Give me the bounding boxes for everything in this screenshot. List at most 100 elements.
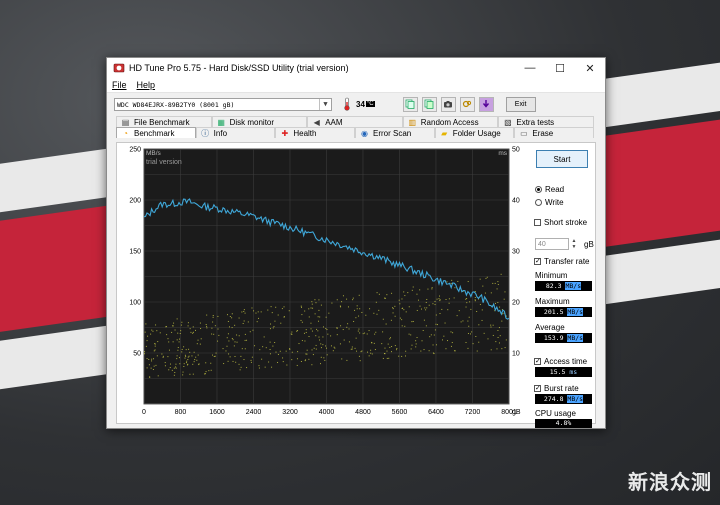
tab-aam[interactable]: ◀ AAM: [307, 116, 403, 127]
access-time-point: [155, 324, 157, 326]
access-time-point: [450, 282, 452, 284]
tab-extra-tests[interactable]: ▧ Extra tests: [498, 116, 594, 127]
access-time-point: [358, 355, 360, 357]
maximize-button[interactable]: ☐: [545, 58, 575, 78]
access-time-point: [325, 316, 327, 318]
access-time-point: [385, 297, 387, 299]
access-time-point: [210, 362, 212, 364]
access-time-point: [304, 310, 306, 312]
burst-rate-box[interactable]: ✓: [534, 385, 541, 392]
access-time-point: [360, 351, 362, 353]
menu-help[interactable]: Help: [137, 80, 156, 90]
tab-folder-usage[interactable]: ▰ Folder Usage: [434, 127, 515, 138]
access-time-point: [465, 298, 467, 300]
transfer-rate-checkbox[interactable]: ✓ Transfer rate: [534, 257, 590, 266]
access-time-point: [383, 297, 385, 299]
temperature-value: 34: [356, 99, 365, 109]
screenshot-button[interactable]: [440, 96, 456, 112]
maximum-value-box: 201.5 MB/s: [535, 307, 592, 317]
access-time-point: [343, 339, 345, 341]
copy-all-button[interactable]: [421, 96, 437, 112]
copy-text-button[interactable]: [402, 96, 418, 112]
minimize-button[interactable]: —: [515, 58, 545, 78]
tab-disk-monitor[interactable]: ▦ Disk monitor: [211, 116, 308, 127]
access-time-point: [187, 363, 189, 365]
close-button[interactable]: ✕: [575, 58, 605, 78]
access-time-point: [227, 333, 229, 335]
access-time-point: [193, 361, 195, 363]
drive-select[interactable]: WDC WD84EJRX-89B2TY0 (8001 gB) ▼: [114, 97, 332, 111]
access-time-point: [405, 350, 407, 352]
access-time-point: [319, 339, 321, 341]
access-time-point: [375, 331, 377, 333]
burst-rate-checkbox[interactable]: ✓ Burst rate: [534, 384, 579, 393]
access-time-point: [361, 350, 363, 352]
menu-file[interactable]: File: [112, 80, 127, 90]
options-button[interactable]: [459, 96, 475, 112]
tab-info[interactable]: ⓘ Info: [195, 127, 276, 138]
tab-erase[interactable]: ▭ Erase: [514, 127, 595, 138]
access-time-point: [353, 320, 355, 322]
access-time-point: [436, 324, 438, 326]
access-time-point: [387, 343, 389, 345]
short-stroke-box[interactable]: [534, 219, 541, 226]
short-stroke-checkbox[interactable]: Short stroke: [534, 218, 587, 227]
access-time-point: [234, 356, 236, 358]
access-time-point: [311, 364, 313, 366]
access-time-point: [351, 348, 353, 350]
access-time-point: [420, 350, 422, 352]
exit-button[interactable]: Exit: [505, 96, 536, 112]
spinner-arrows-icon[interactable]: ▲ ▼: [570, 238, 578, 250]
access-time-point: [352, 297, 354, 299]
access-time-point: [469, 301, 471, 303]
access-time-point: [176, 339, 178, 341]
access-time-point: [300, 319, 302, 321]
save-button[interactable]: [478, 96, 494, 112]
access-time-point: [282, 357, 284, 359]
short-stroke-input[interactable]: 40: [535, 238, 569, 250]
access-time-point: [181, 348, 183, 350]
access-time-point: [187, 356, 189, 358]
write-radio[interactable]: Write: [535, 198, 564, 207]
erase-icon: ▭: [520, 128, 528, 138]
access-time-point: [497, 336, 499, 338]
access-time-point: [330, 345, 332, 347]
access-time-point: [354, 347, 356, 349]
title-bar[interactable]: HD Tune Pro 5.75 - Hard Disk/SSD Utility…: [107, 58, 605, 78]
tab-random-access[interactable]: ▥ Random Access: [402, 116, 499, 127]
access-time-point: [396, 347, 398, 349]
tab-label: Benchmark: [134, 128, 175, 138]
read-radio[interactable]: Read: [535, 185, 564, 194]
chevron-down-icon[interactable]: ▼: [319, 98, 331, 110]
minimum-value: 82.3: [545, 282, 562, 290]
access-time-point: [410, 348, 412, 350]
access-time-point: [362, 333, 364, 335]
tab-row-2: ◔ Benchmark ⓘ Info ✚ Health ◉ Error Scan ▰ Folder…: [116, 127, 595, 138]
start-button[interactable]: Start: [536, 150, 588, 168]
access-time-point: [175, 367, 177, 369]
radio-write[interactable]: [535, 199, 542, 206]
radio-read-selected[interactable]: [535, 186, 542, 193]
tab-error-scan[interactable]: ◉ Error Scan: [355, 127, 435, 138]
transfer-rate-box[interactable]: ✓: [534, 258, 541, 265]
access-time-checkbox[interactable]: ✓ Access time: [534, 357, 587, 366]
access-time-point: [324, 359, 326, 361]
download-arrow-icon: [483, 100, 490, 108]
thermometer-icon: [344, 97, 350, 111]
access-time-point: [358, 328, 360, 330]
access-time-point: [341, 301, 343, 303]
access-time-point: [305, 331, 307, 333]
access-time-point: [466, 298, 468, 300]
access-time-point: [416, 293, 418, 295]
short-stroke-spinner[interactable]: 40 ▲ ▼ gB: [535, 238, 594, 250]
tab-health[interactable]: ✚ Health: [275, 127, 356, 138]
access-time-point: [259, 349, 261, 351]
access-time-box[interactable]: ✓: [534, 358, 541, 365]
access-time-point: [419, 305, 421, 307]
access-time-point: [250, 359, 252, 361]
tab-benchmark[interactable]: ◔ Benchmark: [116, 127, 196, 138]
access-time-point: [348, 328, 350, 330]
access-time-point: [390, 351, 392, 353]
access-time-point: [503, 298, 505, 300]
tab-file-benchmark[interactable]: ▤ File Benchmark: [116, 116, 212, 127]
